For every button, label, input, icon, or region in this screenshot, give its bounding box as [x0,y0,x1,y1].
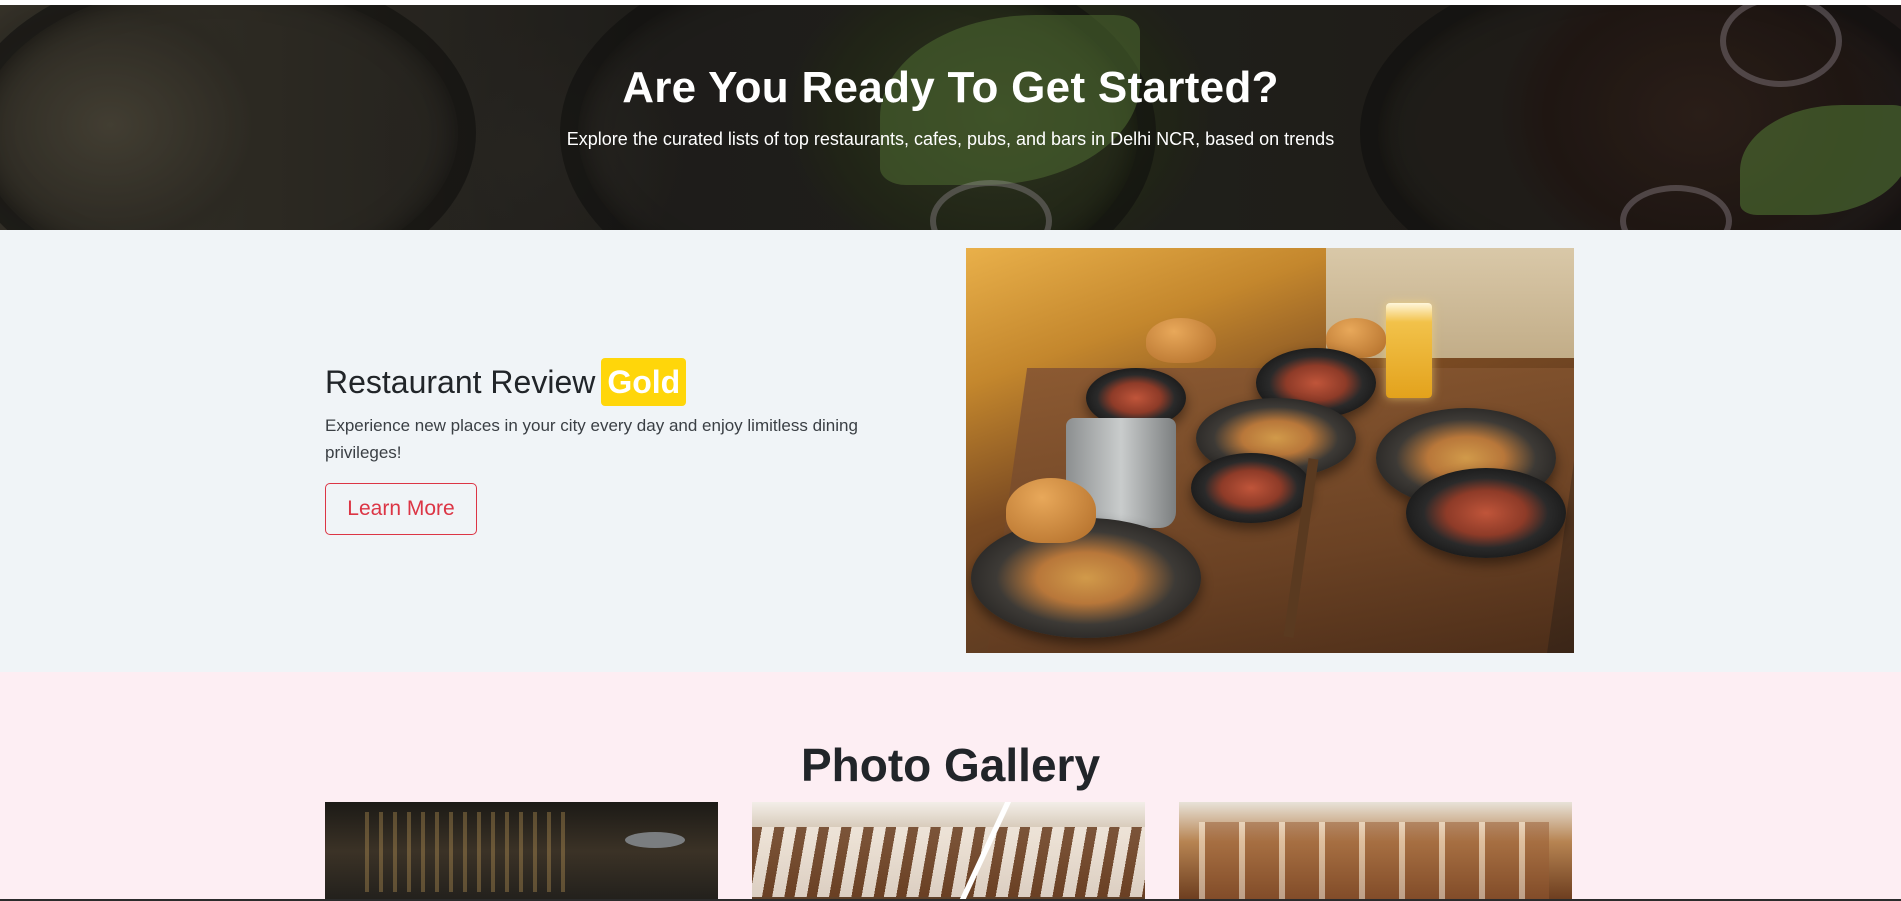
gallery-row [325,802,1572,901]
gallery-photo-3[interactable] [1179,802,1572,901]
photo-slider-bun [1146,318,1216,363]
hero-overlay [0,5,1901,230]
photo-burger-bun [1006,478,1096,543]
gold-heading-text: Restaurant Review [325,363,596,400]
gold-heading: Restaurant Review Gold [325,358,687,406]
learn-more-button[interactable]: Learn More [325,483,477,535]
gold-promo-section: Restaurant Review Gold Experience new pl… [0,230,1901,672]
photo-burger-plate [971,518,1201,638]
photo-gallery-section: Photo Gallery [0,672,1901,901]
photo-bowl [1406,468,1566,558]
gallery-photo-2[interactable] [752,802,1145,901]
gold-badge: Gold [601,358,687,406]
gallery-photo-1[interactable] [325,802,718,901]
hero-title: Are You Ready To Get Started? [622,63,1279,112]
hero-subtitle: Explore the curated lists of top restaur… [566,129,1335,149]
hero-banner: Are You Ready To Get Started? Explore th… [0,5,1901,230]
gallery-title: Photo Gallery [800,739,1101,791]
food-table-photo [966,248,1574,653]
photo-bowl [1191,453,1311,523]
gold-description: Experience new places in your city every… [325,416,858,462]
photo-beer-glass [1386,303,1432,398]
